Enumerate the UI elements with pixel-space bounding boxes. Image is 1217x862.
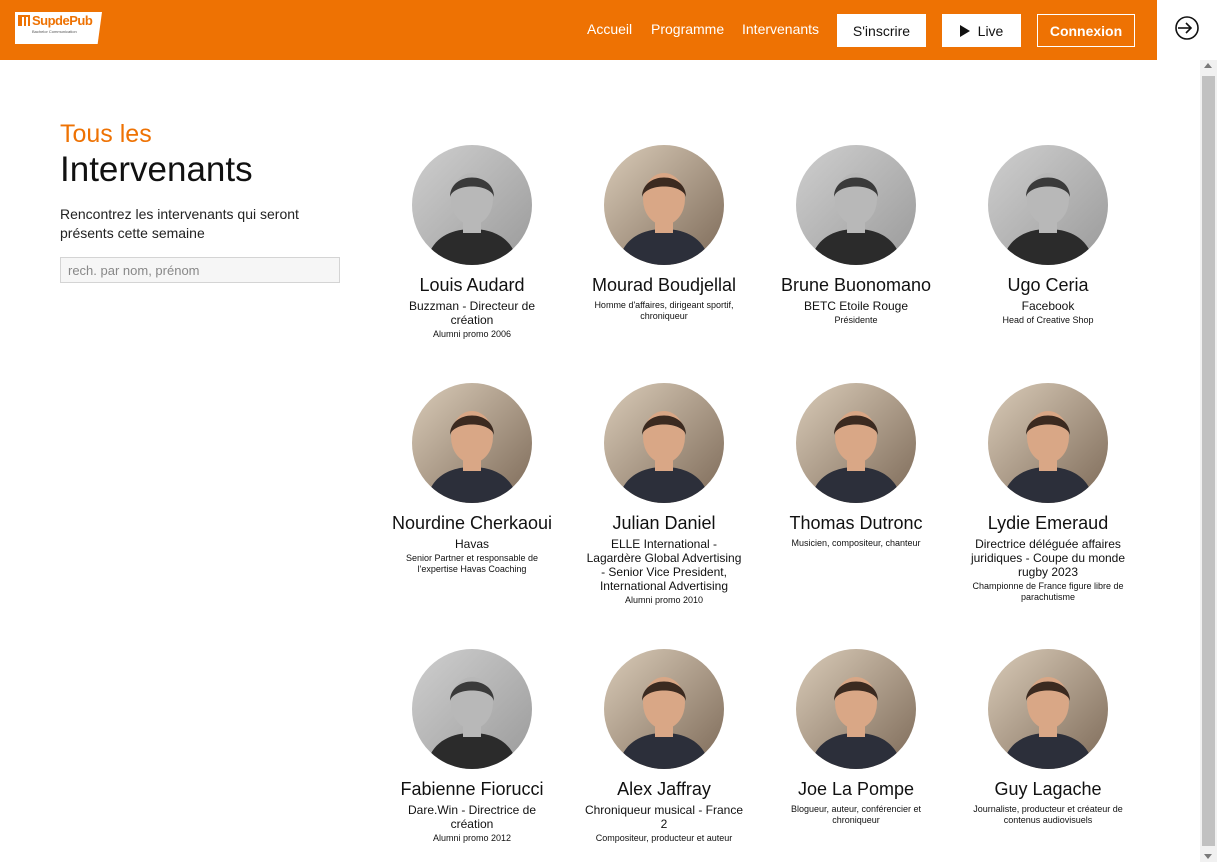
speaker-card[interactable]: Alex Jaffray Chroniqueur musical - France… [568,649,760,844]
speaker-card[interactable]: Nourdine Cherkaoui Havas Senior Partner et… [376,383,568,575]
speaker-photo[interactable] [604,649,724,769]
speaker-detail: Présidente [834,315,878,325]
speaker-detail: Blogueur, auteur, conférencier et chroni… [790,804,922,825]
page-title: Intervenants [60,150,253,189]
speaker-detail: Homme d'affaires, dirigeant sportif, chr… [594,300,734,321]
speaker-name[interactable]: Lydie Emeraud [952,513,1144,534]
speaker-card[interactable]: Ugo Ceria Facebook Head of Creative Shop [952,145,1144,326]
speaker-detail: Compositeur, producteur et auteur [595,833,733,843]
speaker-name[interactable]: Brune Buonomano [760,275,952,296]
speaker-detail: Senior Partner et responsable de l'exper… [405,553,539,574]
logo-subtitle: Bachelor Communication [32,29,77,34]
speaker-photo[interactable] [412,649,532,769]
speaker-photo[interactable] [796,649,916,769]
speaker-detail: Journaliste, producteur et créateur de c… [973,804,1123,825]
supdepub-logo[interactable]: SupdePub Bachelor Communication [15,12,102,44]
logout-icon[interactable] [1174,15,1200,41]
speaker-name[interactable]: Joe La Pompe [760,779,952,800]
speaker-name[interactable]: Mourad Boudjellal [568,275,760,296]
speaker-photo[interactable] [604,145,724,265]
speaker-card[interactable]: Brune Buonomano BETC Etoile Rouge Présiden… [760,145,952,326]
signup-button[interactable]: S'inscrire [837,14,926,47]
speaker-card[interactable]: Fabienne Fiorucci Dare.Win - Directrice d… [376,649,568,844]
speaker-role: Facebook [1021,299,1075,313]
speaker-detail: Head of Creative Shop [1002,315,1094,325]
speaker-name[interactable]: Guy Lagache [952,779,1144,800]
speaker-role: Directrice déléguée affaires juridiques … [970,537,1126,579]
vertical-scrollbar[interactable] [1200,60,1217,862]
page-intro: Rencontrez les intervenants qui seront p… [60,206,299,241]
speaker-detail: Alumni promo 2010 [624,595,704,605]
speaker-detail: Championne de France figure libre de par… [972,581,1124,602]
speaker-detail: Alumni promo 2012 [432,833,512,843]
speaker-photo[interactable] [988,145,1108,265]
scrollbar-thumb[interactable] [1202,76,1215,846]
search-input[interactable] [60,257,340,283]
speaker-role: ELLE International - Lagardère Global Ad… [586,537,742,593]
nav-link-accueil[interactable]: Accueil [587,21,632,37]
speaker-photo[interactable] [988,649,1108,769]
speaker-role: BETC Etoile Rouge [803,299,909,313]
login-button[interactable]: Connexion [1037,14,1135,47]
speaker-card[interactable]: Joe La Pompe Blogueur, auteur, conférenci… [760,649,952,826]
speaker-detail: Musicien, compositeur, chanteur [791,538,921,548]
nav-link-programme[interactable]: Programme [651,21,724,37]
speaker-role: Chroniqueur musical - France 2 [584,803,744,831]
speaker-photo[interactable] [412,145,532,265]
speaker-role: Buzzman - Directeur de création [408,299,536,327]
live-button[interactable]: Live [942,14,1021,47]
speaker-card[interactable]: Guy Lagache Journaliste, producteur et cr… [952,649,1144,826]
speaker-card[interactable]: Lydie Emeraud Directrice déléguée affaire… [952,383,1144,603]
speaker-name[interactable]: Thomas Dutronc [760,513,952,534]
speaker-role: Dare.Win - Directrice de création [407,803,537,831]
speaker-card[interactable]: Julian Daniel ELLE International - Lagard… [568,383,760,606]
speaker-name[interactable]: Louis Audard [376,275,568,296]
speaker-role: Havas [454,537,489,551]
page-kicker: Tous les [60,120,152,148]
speaker-card[interactable]: Mourad Boudjellal Homme d'affaires, dirig… [568,145,760,322]
nav-link-intervenants[interactable]: Intervenants [742,21,819,37]
speaker-name[interactable]: Julian Daniel [568,513,760,534]
scroll-down-arrow-icon[interactable] [1204,854,1212,859]
speaker-photo[interactable] [796,145,916,265]
top-navigation-bar: SupdePub Bachelor Communication Accueil … [0,0,1157,60]
speaker-card[interactable]: Louis Audard Buzzman - Directeur de créat… [376,145,568,340]
speaker-photo[interactable] [988,383,1108,503]
speaker-card[interactable]: Thomas Dutronc Musicien, compositeur, cha… [760,383,952,549]
logo-mark-icon [18,15,30,26]
speaker-photo[interactable] [412,383,532,503]
speaker-name[interactable]: Nourdine Cherkaoui [376,513,568,534]
scroll-up-arrow-icon[interactable] [1204,63,1212,68]
live-button-label: Live [977,22,1004,39]
speaker-name[interactable]: Ugo Ceria [952,275,1144,296]
speaker-photo[interactable] [796,383,916,503]
speaker-name[interactable]: Fabienne Fiorucci [376,779,568,800]
play-icon [959,24,970,37]
speaker-name[interactable]: Alex Jaffray [568,779,760,800]
logo-text: SupdePub [32,13,93,28]
speaker-photo[interactable] [604,383,724,503]
speaker-detail: Alumni promo 2006 [432,329,512,339]
